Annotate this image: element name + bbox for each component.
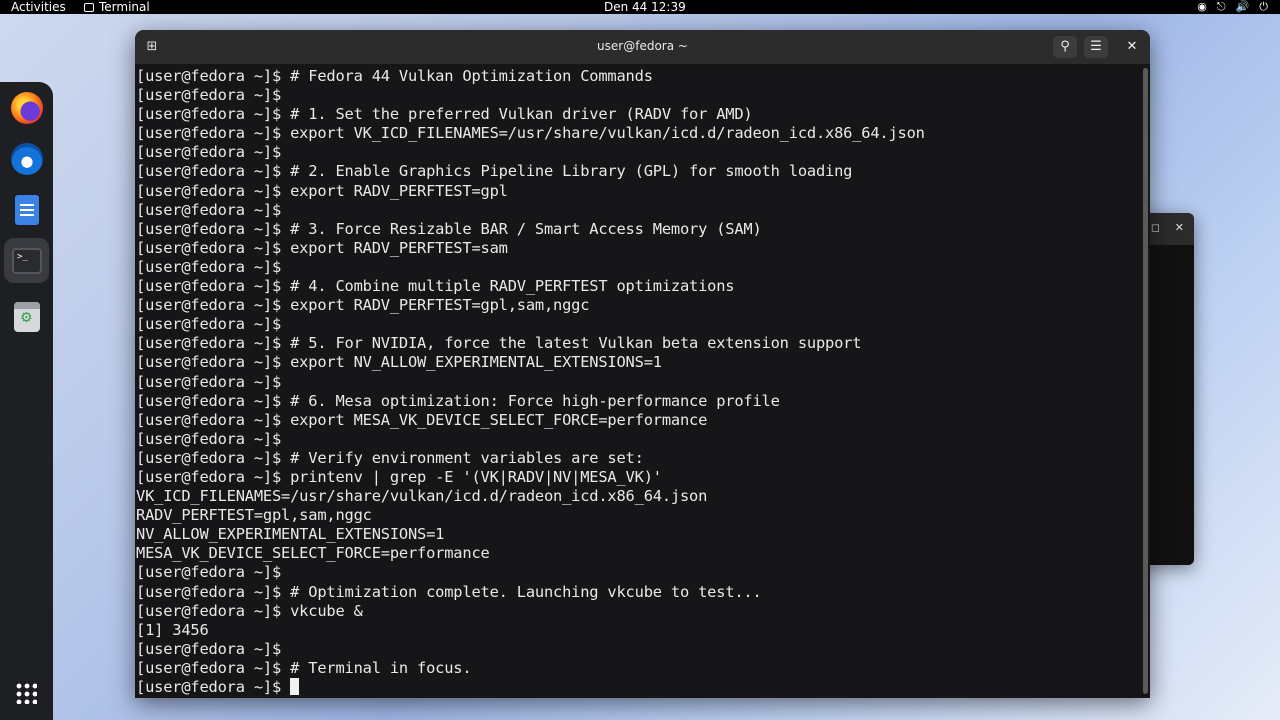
terminal-line: [user@fedora ~]$ export NV_ALLOW_EXPERIM…	[136, 353, 662, 372]
terminal-line: [user@fedora ~]$	[136, 639, 282, 658]
terminal-prompt-line[interactable]: [user@fedora ~]$	[136, 678, 925, 697]
terminal-line: [user@fedora ~]$ printenv | grep -E '(VK…	[136, 467, 662, 486]
terminal-line: [user@fedora ~]$ export RADV_PERFTEST=gp…	[136, 296, 590, 315]
terminal-line: [user@fedora ~]$	[136, 200, 282, 219]
show-apps-icon[interactable]	[15, 682, 37, 704]
terminal-icon: >_	[12, 248, 42, 274]
terminal-icon	[84, 2, 94, 12]
terminal-line: [user@fedora ~]$ # Verify environment va…	[136, 448, 644, 467]
terminal-line: [user@fedora ~]$ # Optimization complete…	[136, 582, 762, 601]
terminal-line: RADV_PERFTEST=gpl,sam,nggc	[136, 506, 372, 525]
close-icon[interactable]: ✕	[1120, 36, 1144, 58]
terminal-line: [user@fedora ~]$	[136, 315, 282, 334]
terminal-line: [user@fedora ~]$ export MESA_VK_DEVICE_S…	[136, 410, 708, 429]
activities-button[interactable]: Activities	[11, 0, 66, 14]
terminal-line: [user@fedora ~]$ # 4. Combine multiple R…	[136, 277, 735, 296]
dock: >_	[0, 82, 53, 720]
terminal-line: [user@fedora ~]$ # Terminal in focus.	[136, 658, 472, 677]
terminal-line: [1] 3456	[136, 620, 209, 639]
terminal-line: [user@fedora ~]$ # 6. Mesa optimization:…	[136, 391, 780, 410]
terminal-line: [user@fedora ~]$	[136, 372, 282, 391]
terminal-line: [user@fedora ~]$	[136, 86, 282, 105]
terminal-output: [user@fedora ~]$ # Fedora 44 Vulkan Opti…	[136, 67, 925, 697]
dock-item-terminal[interactable]: >_	[10, 244, 44, 278]
app-menu[interactable]: Terminal	[84, 0, 150, 14]
top-bar: Activities Terminal Den 44 12:39 ◉ ⎋ 🔊 ⏻	[0, 0, 1280, 14]
software-icon	[14, 302, 40, 332]
terminal-line: [user@fedora ~]$ export RADV_PERFTEST=gp…	[136, 181, 508, 200]
terminal-line: [user@fedora ~]$ export RADV_PERFTEST=sa…	[136, 238, 508, 257]
firefox-icon	[11, 92, 43, 124]
dock-item-firefox[interactable]	[10, 91, 44, 125]
terminal-line: [user@fedora ~]$	[136, 143, 282, 162]
clock[interactable]: Den 44 12:39	[604, 0, 686, 14]
volume-icon[interactable]: 🔊	[1236, 0, 1250, 14]
text-editor-icon	[15, 195, 39, 225]
dock-item-text-editor[interactable]	[10, 193, 44, 227]
terminal-line: VK_ICD_FILENAMES=/usr/share/vulkan/icd.d…	[136, 487, 708, 506]
terminal-line: [user@fedora ~]$	[136, 429, 282, 448]
terminal-line: [user@fedora ~]$ # Fedora 44 Vulkan Opti…	[136, 67, 653, 85]
terminal-window[interactable]: ⊞ user@fedora ~ ⚲ ☰ ✕ [user@fedora ~]$ #…	[135, 30, 1150, 698]
terminal-line: MESA_VK_DEVICE_SELECT_FORCE=performance	[136, 544, 490, 563]
terminal-headerbar[interactable]: ⊞ user@fedora ~ ⚲ ☰ ✕	[135, 30, 1150, 64]
network-icon[interactable]: ⎋	[1217, 0, 1226, 14]
menu-icon[interactable]: ☰	[1084, 36, 1108, 58]
terminal-line: [user@fedora ~]$ # 1. Set the preferred …	[136, 105, 753, 124]
terminal-line: [user@fedora ~]$ export VK_ICD_FILENAMES…	[136, 124, 925, 143]
terminal-line: [user@fedora ~]$	[136, 563, 282, 582]
terminal-line: [user@fedora ~]$	[136, 257, 282, 276]
search-icon[interactable]: ⚲	[1053, 36, 1077, 58]
screen-share-icon[interactable]: ◉	[1197, 0, 1207, 14]
terminal-line: [user@fedora ~]$ # 5. For NVIDIA, force …	[136, 334, 862, 353]
terminal-body[interactable]: [user@fedora ~]$ # Fedora 44 Vulkan Opti…	[135, 66, 1140, 698]
app-menu-label: Terminal	[99, 0, 150, 14]
terminal-line: [user@fedora ~]$ vkcube &	[136, 601, 363, 620]
text-cursor	[290, 678, 300, 695]
thunderbird-icon	[11, 143, 43, 175]
system-tray[interactable]: ◉ ⎋ 🔊 ⏻	[1197, 0, 1268, 14]
maximize-icon[interactable]: ◻	[1151, 221, 1160, 234]
terminal-line: [user@fedora ~]$ # 3. Force Resizable BA…	[136, 219, 762, 238]
close-icon[interactable]: ✕	[1175, 221, 1184, 234]
dock-item-thunderbird[interactable]	[10, 142, 44, 176]
dock-item-software[interactable]	[10, 300, 44, 334]
terminal-scrollbar[interactable]	[1143, 68, 1148, 694]
terminal-line: [user@fedora ~]$ # 2. Enable Graphics Pi…	[136, 162, 853, 181]
terminal-title: user@fedora ~	[597, 39, 688, 53]
prompt: [user@fedora ~]$	[136, 678, 291, 696]
terminal-line: NV_ALLOW_EXPERIMENTAL_EXTENSIONS=1	[136, 525, 445, 544]
power-icon[interactable]: ⏻	[1259, 0, 1268, 14]
